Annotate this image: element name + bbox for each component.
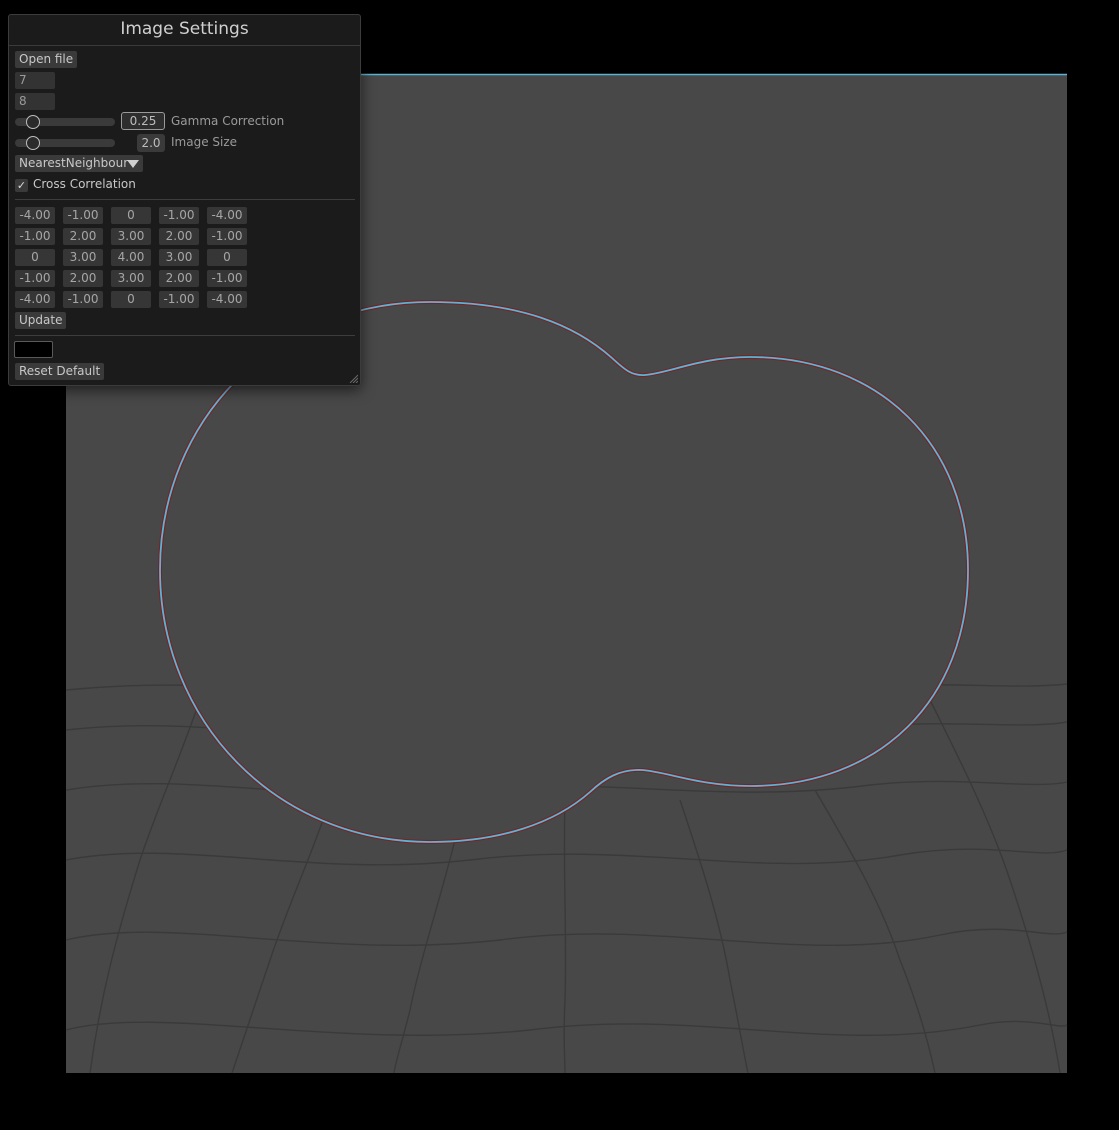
image-size-label: Image Size [171, 135, 238, 149]
gamma-value-input[interactable]: 0.25 [121, 112, 165, 130]
kernel-cell[interactable]: 4.00 [111, 249, 151, 266]
image-size-slider-knob[interactable] [26, 136, 40, 150]
resize-grip-icon[interactable] [348, 373, 358, 383]
kernel-cell[interactable]: -1.00 [15, 270, 55, 287]
kernel-cell[interactable]: 0 [111, 207, 151, 224]
kernel-cell[interactable]: 3.00 [63, 249, 103, 266]
height-input[interactable]: 8 [15, 93, 55, 110]
kernel-cell[interactable]: -1.00 [207, 228, 247, 245]
kernel-cell[interactable]: -4.00 [15, 291, 55, 308]
filter-select[interactable]: NearestNeighbour [15, 155, 143, 172]
kernel-cell[interactable]: 0 [15, 249, 55, 266]
kernel-cell[interactable]: -1.00 [63, 291, 103, 308]
filter-select-value: NearestNeighbour [19, 156, 129, 170]
kernel-cell[interactable]: -4.00 [207, 291, 247, 308]
kernel-cell[interactable]: 2.00 [159, 228, 199, 245]
kernel-cell[interactable]: -4.00 [15, 207, 55, 224]
cross-correlation-label[interactable]: Cross Correlation [33, 177, 136, 191]
kernel-cell[interactable]: 3.00 [111, 228, 151, 245]
image-size-value-input[interactable]: 2.0 [137, 134, 165, 152]
kernel-cell[interactable]: 2.00 [159, 270, 199, 287]
divider [15, 199, 355, 200]
color-swatch[interactable] [14, 341, 53, 358]
update-button[interactable]: Update [15, 312, 67, 329]
kernel-cell[interactable]: -1.00 [207, 270, 247, 287]
kernel-cell[interactable]: -4.00 [207, 207, 247, 224]
kernel-cell[interactable]: -1.00 [15, 228, 55, 245]
kernel-cell[interactable]: 2.00 [63, 228, 103, 245]
kernel-cell[interactable]: 0 [111, 291, 151, 308]
kernel-cell[interactable]: 3.00 [111, 270, 151, 287]
open-file-button[interactable]: Open file [15, 51, 78, 68]
panel-title[interactable]: Image Settings [9, 15, 360, 46]
image-settings-panel[interactable]: Image Settings Open file 7 8 0.25 Gamma … [8, 14, 361, 386]
kernel-cell[interactable]: -1.00 [63, 207, 103, 224]
kernel-cell[interactable]: -1.00 [159, 207, 199, 224]
kernel-cell[interactable]: 0 [207, 249, 247, 266]
kernel-cell[interactable]: -1.00 [159, 291, 199, 308]
kernel-cell[interactable]: 2.00 [63, 270, 103, 287]
kernel-cell[interactable]: 3.00 [159, 249, 199, 266]
reset-default-button[interactable]: Reset Default [15, 363, 105, 380]
gamma-label: Gamma Correction [171, 114, 285, 128]
check-icon[interactable]: ✓ [15, 179, 28, 192]
divider [15, 335, 355, 336]
gamma-slider-knob[interactable] [26, 115, 40, 129]
triangle-down-icon[interactable] [127, 160, 139, 168]
width-input[interactable]: 7 [15, 72, 55, 89]
